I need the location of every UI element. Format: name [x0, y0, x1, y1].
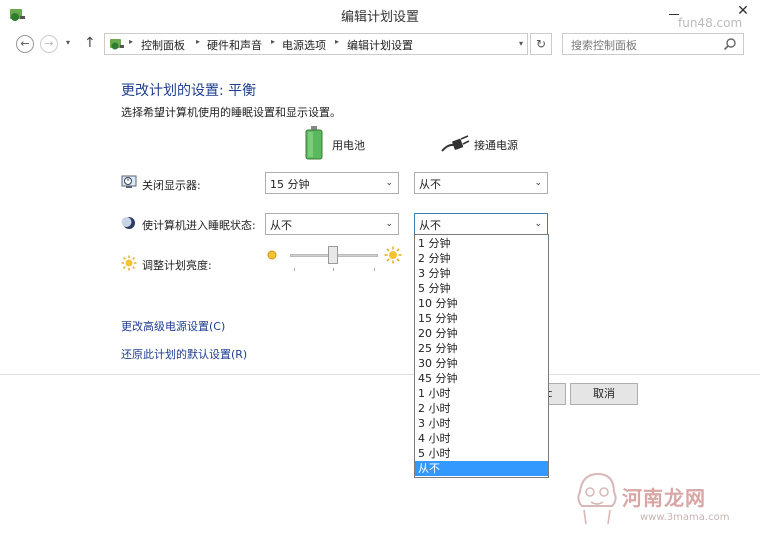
power-plug-icon: [441, 135, 470, 152]
sleep-battery-select[interactable]: 从不 ⌄: [265, 213, 399, 235]
navigation-bar: ← → ▾ ↑ ▸ 控制面板 ▸ 硬件和声音 ▸ 电源选项 ▸ 编辑计划设置 ▾…: [0, 30, 760, 58]
dropdown-option[interactable]: 3 小时: [415, 416, 548, 431]
plugged-column-header: 接通电源: [474, 139, 518, 152]
search-icon: [723, 38, 736, 51]
moon-icon: [121, 217, 135, 229]
advanced-settings-link[interactable]: 更改高级电源设置(C): [121, 318, 225, 334]
dropdown-option[interactable]: 25 分钟: [415, 341, 548, 356]
watermark-brand: 河南龙网: [622, 486, 706, 510]
display-off-label: 关闭显示器:: [142, 179, 201, 192]
breadcrumb-edit-plan[interactable]: 编辑计划设置: [347, 37, 413, 53]
battery-icon: [305, 126, 323, 160]
dropdown-option[interactable]: 5 小时: [415, 446, 548, 461]
watermark-text: fun48.com: [678, 16, 743, 30]
dropdown-option[interactable]: 1 分钟: [415, 236, 548, 251]
dropdown-option[interactable]: 30 分钟: [415, 356, 548, 371]
breadcrumb-separator: ▸: [129, 37, 134, 46]
dropdown-option[interactable]: 45 分钟: [415, 371, 548, 386]
chevron-down-icon: ⌄: [385, 178, 393, 188]
dropdown-option[interactable]: 4 小时: [415, 431, 548, 446]
slider-tick: [333, 268, 334, 271]
selected-value: 从不: [270, 219, 292, 232]
brightness-label: 调整计划亮度:: [142, 259, 212, 272]
dropdown-option[interactable]: 5 分钟: [415, 281, 548, 296]
brightness-slider-thumb[interactable]: [328, 246, 338, 264]
control-panel-icon: [110, 39, 124, 50]
cancel-button[interactable]: 取消: [570, 383, 638, 405]
breadcrumb-power-options[interactable]: 电源选项: [282, 37, 326, 53]
watermark-url: www.3mama.com: [640, 512, 730, 523]
battery-column-header: 用电池: [332, 139, 365, 152]
selected-value: 从不: [419, 178, 441, 191]
page-title: 更改计划的设置: 平衡: [121, 83, 257, 99]
dropdown-option[interactable]: 1 小时: [415, 386, 548, 401]
forward-button[interactable]: →: [40, 35, 58, 53]
breadcrumb-separator: ▸: [335, 37, 340, 46]
dropdown-option[interactable]: 2 分钟: [415, 251, 548, 266]
recent-pages-dropdown[interactable]: ▾: [66, 38, 70, 47]
monitor-clock-icon: [121, 175, 137, 188]
breadcrumb-separator: ▸: [271, 37, 276, 46]
dropdown-option[interactable]: 20 分钟: [415, 326, 548, 341]
dropdown-option[interactable]: 15 分钟: [415, 311, 548, 326]
selected-value: 从不: [419, 219, 441, 232]
slider-tick: [294, 268, 295, 271]
search-placeholder: 搜索控制面板: [571, 39, 637, 52]
back-button[interactable]: ←: [16, 35, 34, 53]
divider: [0, 374, 760, 375]
dropdown-option[interactable]: 2 小时: [415, 401, 548, 416]
address-dropdown-icon[interactable]: ▾: [519, 39, 523, 48]
chevron-down-icon: ⌄: [385, 219, 393, 229]
dropdown-option-selected[interactable]: 从不: [415, 461, 548, 476]
title-bar: 编辑计划设置 ✕ fun48.com: [0, 0, 760, 30]
display-off-plugged-select[interactable]: 从不 ⌄: [414, 172, 548, 194]
window-title: 编辑计划设置: [340, 10, 419, 25]
selected-value: 15 分钟: [270, 178, 310, 191]
sleep-plugged-dropdown-list: 1 分钟 2 分钟 3 分钟 5 分钟 10 分钟 15 分钟 20 分钟 25…: [414, 234, 549, 478]
search-input[interactable]: 搜索控制面板: [562, 33, 744, 55]
brightness-icon: [121, 255, 137, 271]
address-bar[interactable]: ▸ 控制面板 ▸ 硬件和声音 ▸ 电源选项 ▸ 编辑计划设置 ▾: [104, 33, 528, 55]
breadcrumb-separator: ▸: [196, 37, 201, 46]
page-description: 选择希望计算机使用的睡眠设置和显示设置。: [121, 106, 341, 119]
sleep-label: 使计算机进入睡眠状态:: [142, 219, 256, 232]
refresh-button[interactable]: ↻: [530, 33, 552, 55]
dropdown-option[interactable]: 3 分钟: [415, 266, 548, 281]
breadcrumb-control-panel[interactable]: 控制面板: [141, 37, 185, 53]
restore-defaults-link[interactable]: 还原此计划的默认设置(R): [121, 346, 247, 362]
chevron-down-icon: ⌄: [534, 219, 542, 229]
watermark-cartoon-face-icon: [577, 472, 617, 525]
slider-tick: [374, 268, 375, 271]
breadcrumb-hardware-sound[interactable]: 硬件和声音: [207, 37, 262, 53]
sleep-plugged-select[interactable]: 从不 ⌄: [414, 213, 548, 235]
chevron-down-icon: ⌄: [534, 178, 542, 188]
up-button[interactable]: ↑: [84, 35, 96, 51]
bright-brightness-icon: [384, 246, 402, 264]
dim-brightness-icon: [267, 250, 277, 260]
display-off-battery-select[interactable]: 15 分钟 ⌄: [265, 172, 399, 194]
dropdown-option[interactable]: 10 分钟: [415, 296, 548, 311]
